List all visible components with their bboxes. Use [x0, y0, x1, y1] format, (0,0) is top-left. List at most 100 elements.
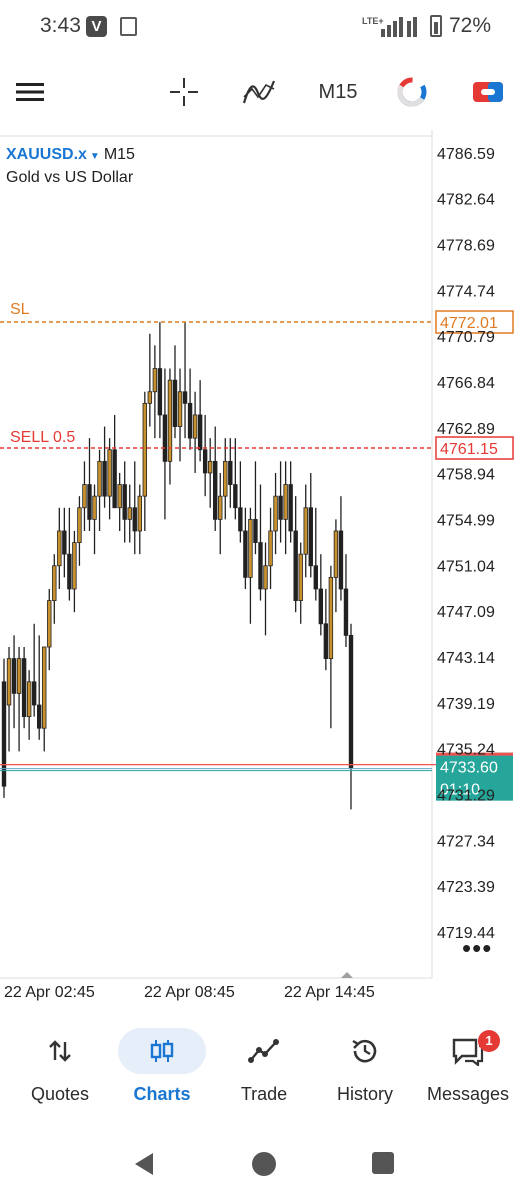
x-tick-label: 22 Apr 08:45	[144, 984, 235, 1001]
y-tick-label: 4751.04	[437, 558, 495, 575]
bearish-candle	[112, 449, 117, 509]
y-tick-label: 4735.24	[437, 742, 495, 759]
bearish-candle	[67, 553, 72, 590]
sl-label: SL	[10, 301, 30, 318]
nav-charts[interactable]: Charts	[110, 1028, 214, 1116]
y-tick-label: 4770.79	[437, 329, 495, 346]
bearish-candle	[213, 460, 218, 520]
bearish-candle	[318, 588, 324, 625]
bearish-candle	[11, 658, 17, 694]
bullish-candle	[6, 658, 12, 706]
nav-trade[interactable]: Trade	[212, 1028, 316, 1116]
bearish-candle	[313, 565, 318, 590]
y-tick-label: 4766.84	[437, 375, 495, 392]
y-tick-label: 4778.69	[437, 238, 495, 255]
bearish-candle	[323, 623, 329, 659]
bullish-candle	[273, 495, 278, 532]
bullish-candle	[42, 646, 47, 729]
nav-charts-label: Charts	[133, 1084, 191, 1104]
bearish-candle	[238, 507, 243, 532]
bearish-candle	[293, 530, 298, 601]
bearish-candle	[31, 681, 37, 706]
bearish-candle	[348, 634, 354, 769]
bearish-candle	[37, 704, 42, 729]
sell-price: 4761.15	[440, 441, 498, 458]
menu-icon	[16, 83, 44, 101]
y-tick-label: 4743.14	[437, 650, 495, 667]
bearish-candle	[243, 530, 248, 578]
nav-trade-label: Trade	[240, 1084, 288, 1104]
symbol-timeframe: M15	[103, 146, 135, 163]
bearish-candle	[258, 542, 263, 590]
chart-toolbar: M15	[0, 62, 527, 120]
objects-button[interactable]	[392, 72, 432, 112]
timeframe-button[interactable]: M15	[310, 72, 366, 112]
bearish-candle	[187, 402, 193, 439]
bearish-candle	[253, 518, 258, 543]
price-chart[interactable]: SL4772.01SELL 0.54761.154733.6001:10 478…	[0, 130, 527, 1010]
y-tick-label: 4727.34	[437, 833, 495, 850]
bullish-candle	[127, 507, 132, 520]
bearish-candle	[288, 484, 293, 532]
y-tick-label: 4774.74	[437, 283, 495, 300]
bullish-candle	[207, 460, 213, 474]
back-icon[interactable]	[131, 1151, 157, 1177]
bearish-candle	[228, 460, 233, 485]
bullish-candle	[268, 530, 273, 567]
bullish-candle	[47, 600, 52, 648]
menu-button[interactable]	[12, 72, 48, 112]
nav-quotes[interactable]: Quotes	[8, 1028, 112, 1116]
y-tick-label: 4747.09	[437, 604, 495, 621]
crosshair-button[interactable]	[166, 72, 202, 112]
bullish-candle	[218, 495, 223, 520]
bullish-candle	[147, 391, 153, 404]
nav-history[interactable]: History	[313, 1028, 417, 1116]
sell-label: SELL 0.5	[10, 429, 75, 446]
bearish-candle	[278, 495, 283, 520]
trade-line-icon	[248, 1039, 279, 1063]
bullish-candle	[328, 576, 334, 659]
more-options-icon[interactable]: •••	[462, 935, 492, 961]
one-click-trade-button[interactable]	[468, 72, 508, 112]
x-tick-label: 22 Apr 14:45	[284, 984, 375, 1001]
bullish-candle	[92, 495, 97, 520]
system-navigation	[0, 1135, 527, 1200]
indicators-icon	[242, 80, 276, 104]
bullish-candle	[192, 414, 198, 439]
bullish-candle	[303, 507, 308, 555]
bearish-candle	[122, 484, 127, 520]
bullish-candle	[52, 565, 57, 601]
bottom-navigation: Quotes Charts Trade History 1 Messages	[0, 1020, 527, 1120]
x-tick-label: 22 Apr 02:45	[4, 984, 95, 1001]
bullish-candle	[117, 484, 122, 509]
symbol-dropdown-icon[interactable]: ▼	[90, 151, 100, 162]
battery-percent: 72%	[449, 14, 492, 37]
symbol-title[interactable]: XAUUSD.x ▼ M15	[6, 146, 135, 164]
nav-messages[interactable]: 1 Messages	[416, 1028, 520, 1116]
y-tick-label: 4731.29	[437, 787, 495, 804]
bullish-candle	[248, 518, 253, 578]
bearish-candle	[162, 414, 168, 462]
bullish-candle	[333, 530, 339, 578]
chart-area[interactable]: SL 4772.01 SELL 0.5 4761.15 4733.60 01:10 478…	[0, 130, 527, 1010]
bearish-candle	[21, 658, 27, 718]
bearish-candle	[157, 368, 163, 416]
bearish-candle	[343, 588, 349, 636]
scroll-end-icon[interactable]	[341, 972, 353, 978]
symbol-name[interactable]: XAUUSD.x	[6, 146, 87, 163]
bullish-candle	[77, 507, 82, 543]
bullish-candle	[107, 449, 112, 497]
indicators-button[interactable]	[241, 72, 277, 112]
arrows-updown-icon	[49, 1040, 71, 1062]
y-tick-label: 4754.99	[437, 512, 495, 529]
bearish-candle	[62, 530, 67, 555]
home-icon[interactable]	[251, 1151, 277, 1177]
history-icon	[352, 1039, 377, 1063]
bearish-candle	[172, 379, 178, 427]
recents-icon[interactable]	[371, 1151, 395, 1175]
bullish-candle	[16, 658, 22, 694]
bearish-candle	[338, 530, 344, 590]
bearish-candle	[182, 391, 188, 404]
bullish-candle	[57, 530, 62, 567]
bid-price: 4733.60	[440, 760, 498, 777]
